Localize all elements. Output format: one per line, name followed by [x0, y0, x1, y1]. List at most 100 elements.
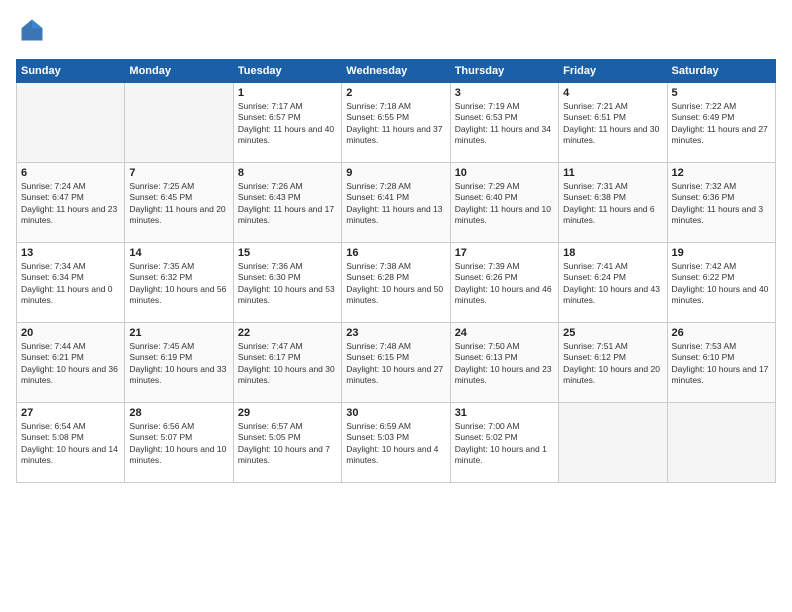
calendar-day-cell: 23 Sunrise: 7:48 AM Sunset: 6:15 PM Dayli…	[342, 323, 450, 403]
day-info: Sunrise: 7:18 AM Sunset: 6:55 PM Dayligh…	[346, 101, 445, 147]
calendar-day-cell: 27 Sunrise: 6:54 AM Sunset: 5:08 PM Dayli…	[17, 403, 125, 483]
day-info: Sunrise: 7:38 AM Sunset: 6:28 PM Dayligh…	[346, 261, 445, 307]
calendar-week-row: 6 Sunrise: 7:24 AM Sunset: 6:47 PM Daylig…	[17, 163, 776, 243]
calendar-day-cell: 2 Sunrise: 7:18 AM Sunset: 6:55 PM Daylig…	[342, 83, 450, 163]
calendar-day-cell: 20 Sunrise: 7:44 AM Sunset: 6:21 PM Dayli…	[17, 323, 125, 403]
calendar-day-cell: 15Sunrise: 7:36 AM Sunset: 6:30 PM Dayli…	[233, 243, 341, 323]
calendar-day-cell: 31 Sunrise: 7:00 AM Sunset: 5:02 PM Dayli…	[450, 403, 558, 483]
calendar-day-cell: 28 Sunrise: 6:56 AM Sunset: 5:07 PM Dayli…	[125, 403, 233, 483]
day-number: 7	[129, 167, 228, 179]
weekday-header-cell: Monday	[125, 60, 233, 83]
day-number: 10	[455, 167, 554, 179]
calendar-day-cell: 4Sunrise: 7:21 AM Sunset: 6:51 PM Daylig…	[559, 83, 667, 163]
day-info: Sunrise: 7:19 AM Sunset: 6:53 PM Dayligh…	[455, 101, 554, 147]
day-info: Sunrise: 7:47 AM Sunset: 6:17 PM Dayligh…	[238, 341, 337, 387]
day-info: Sunrise: 7:29 AM Sunset: 6:40 PM Dayligh…	[455, 181, 554, 227]
day-number: 26	[672, 327, 771, 339]
calendar-table: SundayMondayTuesdayWednesdayThursdayFrid…	[16, 59, 776, 483]
day-info: Sunrise: 7:28 AM Sunset: 6:41 PM Dayligh…	[346, 181, 445, 227]
calendar-day-cell: 11Sunrise: 7:31 AM Sunset: 6:38 PM Dayli…	[559, 163, 667, 243]
calendar-body: 1 Sunrise: 7:17 AM Sunset: 6:57 PM Daylig…	[17, 83, 776, 483]
day-info: Sunrise: 7:53 AM Sunset: 6:10 PM Dayligh…	[672, 341, 771, 387]
calendar-day-cell: 9 Sunrise: 7:28 AM Sunset: 6:41 PM Daylig…	[342, 163, 450, 243]
weekday-header-cell: Sunday	[17, 60, 125, 83]
day-number: 21	[129, 327, 228, 339]
calendar-day-cell: 24 Sunrise: 7:50 AM Sunset: 6:13 PM Dayli…	[450, 323, 558, 403]
day-info: Sunrise: 7:24 AM Sunset: 6:47 PM Dayligh…	[21, 181, 120, 227]
day-number: 24	[455, 327, 554, 339]
day-info: Sunrise: 7:39 AM Sunset: 6:26 PM Dayligh…	[455, 261, 554, 307]
day-info: Sunrise: 7:25 AM Sunset: 6:45 PM Dayligh…	[129, 181, 228, 227]
calendar-day-cell	[17, 83, 125, 163]
calendar-day-cell: 1 Sunrise: 7:17 AM Sunset: 6:57 PM Daylig…	[233, 83, 341, 163]
day-number: 1	[238, 87, 337, 99]
calendar-week-row: 13Sunrise: 7:34 AM Sunset: 6:34 PM Dayli…	[17, 243, 776, 323]
calendar-day-cell: 13Sunrise: 7:34 AM Sunset: 6:34 PM Dayli…	[17, 243, 125, 323]
day-info: Sunrise: 7:41 AM Sunset: 6:24 PM Dayligh…	[563, 261, 662, 307]
day-info: Sunrise: 7:44 AM Sunset: 6:21 PM Dayligh…	[21, 341, 120, 387]
calendar-day-cell: 10 Sunrise: 7:29 AM Sunset: 6:40 PM Dayli…	[450, 163, 558, 243]
day-info: Sunrise: 7:26 AM Sunset: 6:43 PM Dayligh…	[238, 181, 337, 227]
calendar-day-cell: 29 Sunrise: 6:57 AM Sunset: 5:05 PM Dayli…	[233, 403, 341, 483]
day-number: 18	[563, 247, 662, 259]
calendar-day-cell	[559, 403, 667, 483]
day-info: Sunrise: 7:50 AM Sunset: 6:13 PM Dayligh…	[455, 341, 554, 387]
calendar-day-cell: 16 Sunrise: 7:38 AM Sunset: 6:28 PM Dayli…	[342, 243, 450, 323]
day-number: 31	[455, 407, 554, 419]
day-info: Sunrise: 7:22 AM Sunset: 6:49 PM Dayligh…	[672, 101, 771, 147]
day-info: Sunrise: 6:54 AM Sunset: 5:08 PM Dayligh…	[21, 421, 120, 467]
calendar-day-cell: 21 Sunrise: 7:45 AM Sunset: 6:19 PM Dayli…	[125, 323, 233, 403]
calendar-day-cell: 26 Sunrise: 7:53 AM Sunset: 6:10 PM Dayli…	[667, 323, 775, 403]
day-number: 17	[455, 247, 554, 259]
day-number: 20	[21, 327, 120, 339]
calendar-day-cell	[667, 403, 775, 483]
day-info: Sunrise: 7:21 AM Sunset: 6:51 PM Dayligh…	[563, 101, 662, 147]
day-number: 30	[346, 407, 445, 419]
weekday-header: SundayMondayTuesdayWednesdayThursdayFrid…	[17, 60, 776, 83]
weekday-header-cell: Wednesday	[342, 60, 450, 83]
day-info: Sunrise: 6:57 AM Sunset: 5:05 PM Dayligh…	[238, 421, 337, 467]
day-number: 23	[346, 327, 445, 339]
calendar-day-cell: 14Sunrise: 7:35 AM Sunset: 6:32 PM Dayli…	[125, 243, 233, 323]
calendar-container: SundayMondayTuesdayWednesdayThursdayFrid…	[0, 0, 792, 491]
day-number: 19	[672, 247, 771, 259]
day-number: 2	[346, 87, 445, 99]
day-number: 28	[129, 407, 228, 419]
day-info: Sunrise: 7:51 AM Sunset: 6:12 PM Dayligh…	[563, 341, 662, 387]
day-info: Sunrise: 7:00 AM Sunset: 5:02 PM Dayligh…	[455, 421, 554, 467]
weekday-header-cell: Tuesday	[233, 60, 341, 83]
weekday-header-cell: Thursday	[450, 60, 558, 83]
calendar-day-cell: 30 Sunrise: 6:59 AM Sunset: 5:03 PM Dayli…	[342, 403, 450, 483]
day-info: Sunrise: 6:56 AM Sunset: 5:07 PM Dayligh…	[129, 421, 228, 467]
day-info: Sunrise: 7:17 AM Sunset: 6:57 PM Dayligh…	[238, 101, 337, 147]
calendar-day-cell: 22 Sunrise: 7:47 AM Sunset: 6:17 PM Dayli…	[233, 323, 341, 403]
day-number: 16	[346, 247, 445, 259]
day-info: Sunrise: 6:59 AM Sunset: 5:03 PM Dayligh…	[346, 421, 445, 467]
calendar-day-cell: 17 Sunrise: 7:39 AM Sunset: 6:26 PM Dayli…	[450, 243, 558, 323]
day-number: 3	[455, 87, 554, 99]
calendar-day-cell: 18 Sunrise: 7:41 AM Sunset: 6:24 PM Dayli…	[559, 243, 667, 323]
day-number: 13	[21, 247, 120, 259]
calendar-day-cell	[125, 83, 233, 163]
day-number: 5	[672, 87, 771, 99]
day-number: 22	[238, 327, 337, 339]
day-info: Sunrise: 7:31 AM Sunset: 6:38 PM Dayligh…	[563, 181, 662, 227]
day-number: 29	[238, 407, 337, 419]
calendar-day-cell: 8Sunrise: 7:26 AM Sunset: 6:43 PM Daylig…	[233, 163, 341, 243]
calendar-day-cell: 12Sunrise: 7:32 AM Sunset: 6:36 PM Dayli…	[667, 163, 775, 243]
calendar-day-cell: 6 Sunrise: 7:24 AM Sunset: 6:47 PM Daylig…	[17, 163, 125, 243]
weekday-header-cell: Friday	[559, 60, 667, 83]
calendar-week-row: 27 Sunrise: 6:54 AM Sunset: 5:08 PM Dayli…	[17, 403, 776, 483]
day-info: Sunrise: 7:35 AM Sunset: 6:32 PM Dayligh…	[129, 261, 228, 307]
weekday-header-cell: Saturday	[667, 60, 775, 83]
calendar-day-cell: 25 Sunrise: 7:51 AM Sunset: 6:12 PM Dayli…	[559, 323, 667, 403]
day-number: 9	[346, 167, 445, 179]
header-area	[16, 16, 776, 49]
day-number: 25	[563, 327, 662, 339]
calendar-day-cell: 5 Sunrise: 7:22 AM Sunset: 6:49 PM Daylig…	[667, 83, 775, 163]
day-info: Sunrise: 7:48 AM Sunset: 6:15 PM Dayligh…	[346, 341, 445, 387]
day-number: 6	[21, 167, 120, 179]
day-info: Sunrise: 7:45 AM Sunset: 6:19 PM Dayligh…	[129, 341, 228, 387]
day-number: 27	[21, 407, 120, 419]
calendar-week-row: 20 Sunrise: 7:44 AM Sunset: 6:21 PM Dayli…	[17, 323, 776, 403]
